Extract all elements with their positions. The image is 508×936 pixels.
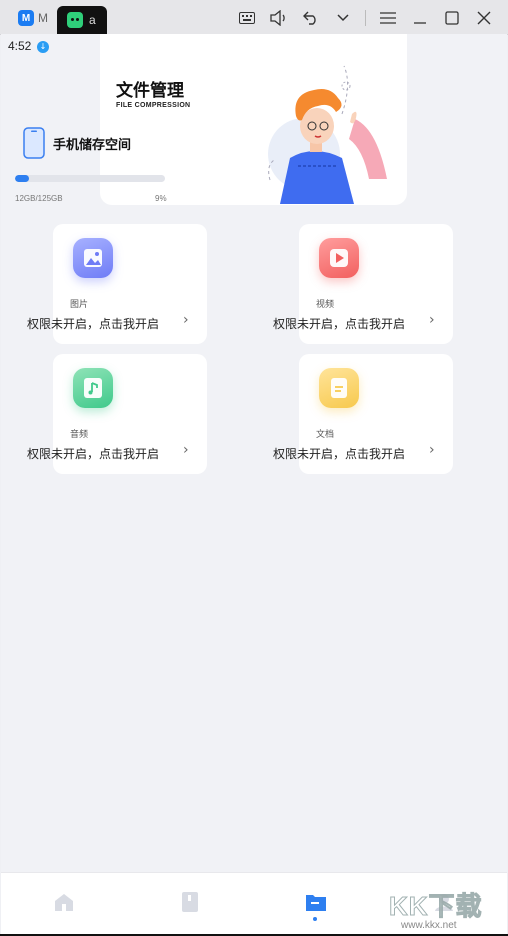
chevron-right-icon: ›: [183, 312, 189, 328]
storage-progress-bar: [15, 175, 165, 182]
emulator-titlebar: M M a: [0, 0, 508, 35]
menu-icon[interactable]: [372, 6, 404, 30]
status-time: 4:52: [8, 39, 32, 53]
close-icon[interactable]: [468, 6, 500, 30]
emulator-logo-icon: M: [18, 10, 34, 26]
category-card-images[interactable]: 图片 权限未开启，点击我开启 ›: [27, 224, 207, 344]
category-label: 文档: [316, 430, 335, 440]
window-toolbar: [231, 6, 500, 30]
watermark-url: www.kkx.net: [401, 920, 457, 931]
storage-percent-text: 9%: [155, 194, 167, 203]
minimize-icon[interactable]: [404, 6, 436, 30]
storage-used-text: 12GB/125GB: [15, 194, 63, 203]
chevron-right-icon: ›: [429, 312, 435, 328]
document-icon: [319, 368, 359, 408]
category-label: 音频: [70, 430, 89, 440]
undo-icon[interactable]: [295, 6, 327, 30]
tab-inactive-label: M: [38, 11, 48, 25]
music-icon: [73, 368, 113, 408]
volume-icon[interactable]: [263, 6, 295, 30]
watermark-logo: KK下载: [389, 891, 483, 922]
book-icon[interactable]: [175, 887, 205, 917]
category-card-videos[interactable]: 视频 权限未开启，点击我开启 ›: [273, 224, 453, 344]
banner-title: 文件管理: [116, 81, 184, 101]
permission-status-text: 权限未开启，点击我开启: [273, 447, 406, 461]
phone-storage-icon: [23, 127, 45, 159]
chevron-right-icon: ›: [429, 442, 435, 458]
phone-screen: 4:52 ↓ 文件管理 FILE COMPRESSION 手机储存空间 12GB…: [1, 34, 507, 934]
category-card-documents[interactable]: 文档 权限未开启，点击我开启 ›: [273, 354, 453, 474]
chevron-down-icon[interactable]: [327, 6, 359, 30]
play-icon: [319, 238, 359, 278]
maximize-icon[interactable]: [436, 6, 468, 30]
tab-active-label: a: [89, 13, 96, 27]
permission-status-text: 权限未开启，点击我开启: [27, 447, 160, 461]
chevron-right-icon: ›: [183, 442, 189, 458]
active-tab-indicator: [313, 917, 317, 921]
category-label: 图片: [70, 300, 89, 310]
banner-subtitle: FILE COMPRESSION: [116, 102, 191, 109]
category-label: 视频: [316, 300, 335, 310]
permission-status-text: 权限未开启，点击我开启: [273, 317, 406, 331]
app-logo-icon: [67, 12, 83, 28]
download-notification-icon: ↓: [37, 41, 49, 53]
home-icon[interactable]: [49, 887, 79, 917]
folder-icon[interactable]: [301, 887, 331, 917]
person-illustration-icon: [268, 65, 387, 204]
tab-multi-instance[interactable]: M M: [10, 6, 58, 30]
storage-progress-fill: [15, 175, 29, 182]
keyboard-icon[interactable]: [231, 6, 263, 30]
category-card-audio[interactable]: 音频 权限未开启，点击我开启 ›: [27, 354, 207, 474]
tab-app[interactable]: a: [57, 6, 107, 34]
permission-status-text: 权限未开启，点击我开启: [27, 317, 160, 331]
toolbar-divider: [365, 10, 366, 26]
storage-title: 手机储存空间: [53, 138, 132, 153]
image-icon: [73, 238, 113, 278]
